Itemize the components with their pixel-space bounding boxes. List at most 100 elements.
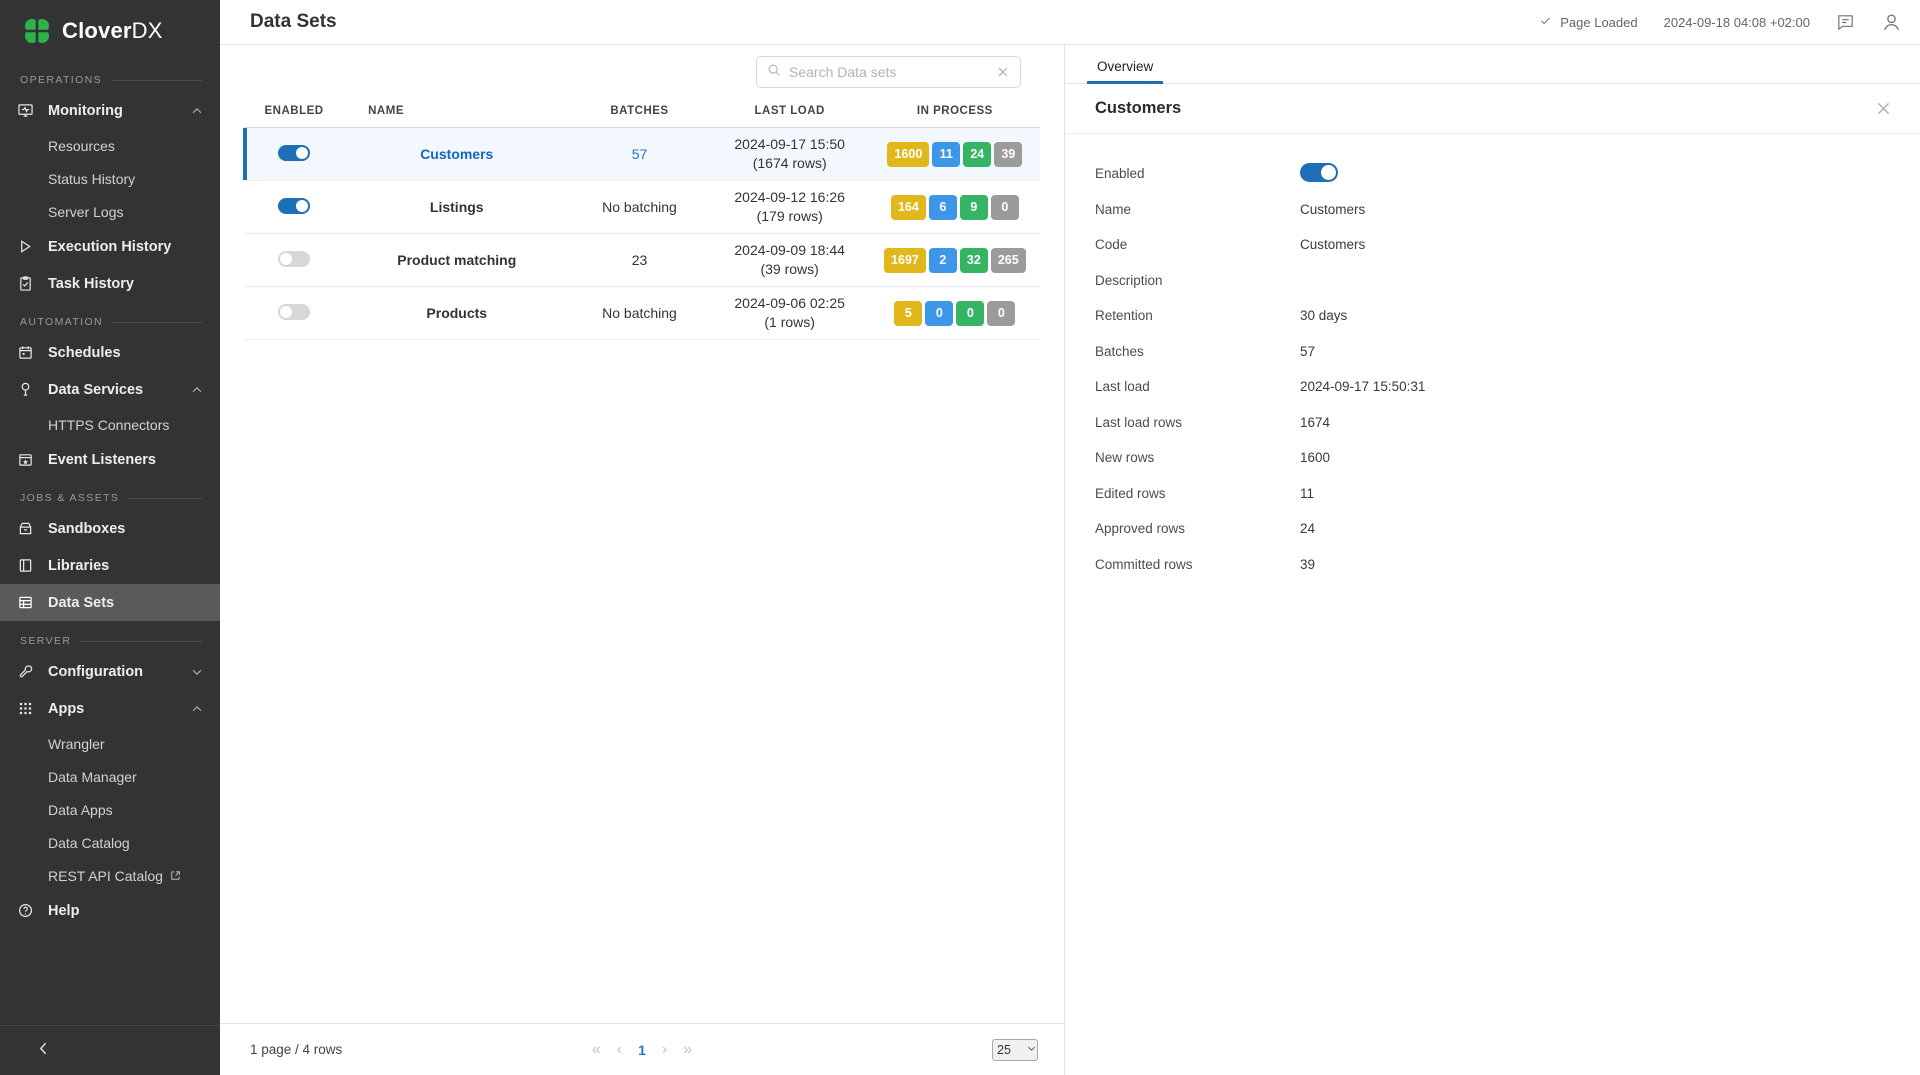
detail-row-last-load-rows: Last load rows 1674 <box>1095 405 1890 441</box>
user-avatar-icon[interactable] <box>1881 12 1902 33</box>
field-label: Edited rows <box>1095 486 1300 501</box>
column-header-in-process[interactable]: IN PROCESS <box>870 99 1040 128</box>
enabled-toggle[interactable] <box>278 304 310 320</box>
sandbox-icon <box>18 521 40 536</box>
table-header-row: ENABLED NAME BATCHES LAST LOAD IN PROCES… <box>244 99 1040 128</box>
sidebar-item-execution-history[interactable]: Execution History <box>0 228 220 265</box>
nav-label: HTTPS Connectors <box>48 417 169 433</box>
first-page-button[interactable]: « <box>592 1041 601 1059</box>
table-row[interactable]: Listings No batching 2024-09-12 16:26 (1… <box>244 181 1040 234</box>
sidebar-item-data-services[interactable]: Data Services <box>0 371 220 408</box>
nav-label: Schedules <box>48 345 204 361</box>
brand-logo[interactable]: CloverDX <box>0 0 220 60</box>
tab-overview[interactable]: Overview <box>1087 59 1163 83</box>
cell-name[interactable]: Products <box>344 287 569 340</box>
status-label: Page Loaded <box>1560 15 1637 30</box>
sidebar-item-data-catalog[interactable]: Data Catalog <box>0 826 220 859</box>
last-load-date: 2024-09-17 15:50 <box>714 135 866 154</box>
cell-last-load: 2024-09-09 18:44 (39 rows) <box>710 234 870 287</box>
badge-edited: 6 <box>929 195 957 220</box>
sidebar-item-data-apps[interactable]: Data Apps <box>0 793 220 826</box>
detail-title: Customers <box>1095 99 1181 118</box>
sidebar-item-https-connectors[interactable]: HTTPS Connectors <box>0 408 220 441</box>
column-header-name[interactable]: NAME <box>344 99 569 128</box>
field-label: Code <box>1095 237 1300 252</box>
sidebar-section-server: SERVER <box>0 621 220 653</box>
page-size-select[interactable]: 25 <box>992 1039 1038 1061</box>
nav-label: Data Apps <box>48 802 113 818</box>
cell-enabled <box>244 287 344 340</box>
sidebar-item-monitoring[interactable]: Monitoring <box>0 92 220 129</box>
cell-enabled <box>244 181 344 234</box>
sidebar-item-sandboxes[interactable]: Sandboxes <box>0 510 220 547</box>
enabled-toggle[interactable] <box>278 145 310 161</box>
enabled-toggle[interactable] <box>278 198 310 214</box>
sidebar-item-data-manager[interactable]: Data Manager <box>0 760 220 793</box>
cell-batches: 23 <box>569 234 709 287</box>
app-root: CloverDX OPERATIONS Monitoring Resources <box>0 0 1920 1075</box>
cell-last-load: 2024-09-12 16:26 (179 rows) <box>710 181 870 234</box>
field-label: Approved rows <box>1095 521 1300 536</box>
sidebar-item-event-listeners[interactable]: Event Listeners <box>0 441 220 478</box>
table-body: Customers 57 2024-09-17 15:50 (1674 rows… <box>244 128 1040 340</box>
sidebar-item-rest-api-catalog[interactable]: REST API Catalog <box>0 859 220 892</box>
clear-search-icon[interactable] <box>996 65 1010 79</box>
top-bar-right: Page Loaded 2024-09-18 04:08 +02:00 <box>1539 12 1902 33</box>
sidebar-item-schedules[interactable]: Schedules <box>0 334 220 371</box>
play-icon <box>18 239 40 254</box>
nav-label: Help <box>48 903 204 919</box>
cell-batches[interactable]: 57 <box>569 128 709 181</box>
search-box[interactable] <box>756 56 1021 88</box>
sidebar-item-resources[interactable]: Resources <box>0 129 220 162</box>
sidebar-item-wrangler[interactable]: Wrangler <box>0 727 220 760</box>
detail-header: Customers <box>1065 84 1920 134</box>
nav-label: Sandboxes <box>48 521 204 537</box>
nav-label: Event Listeners <box>48 452 204 468</box>
cell-batches: No batching <box>569 287 709 340</box>
nav-label: Execution History <box>48 239 204 255</box>
table-row[interactable]: Product matching 23 2024-09-09 18:44 (39… <box>244 234 1040 287</box>
nav-label: Data Manager <box>48 769 137 785</box>
cell-name[interactable]: Product matching <box>344 234 569 287</box>
dataset-table-wrapper: ENABLED NAME BATCHES LAST LOAD IN PROCES… <box>220 99 1064 1023</box>
badge-new: 164 <box>891 195 926 220</box>
table-row[interactable]: Customers 57 2024-09-17 15:50 (1674 rows… <box>244 128 1040 181</box>
search-input[interactable] <box>789 64 988 80</box>
field-value: 57 <box>1300 344 1315 359</box>
sidebar-item-help[interactable]: Help <box>0 892 220 929</box>
divider <box>112 80 202 81</box>
field-value: Customers <box>1300 237 1365 252</box>
sidebar-item-task-history[interactable]: Task History <box>0 265 220 302</box>
column-header-last-load[interactable]: LAST LOAD <box>710 99 870 128</box>
sidebar-collapse-button[interactable] <box>0 1025 220 1075</box>
page-title: Data Sets <box>250 11 337 33</box>
badge-new: 5 <box>894 301 922 326</box>
page-number-1[interactable]: 1 <box>638 1042 646 1058</box>
badge-group: 164 6 9 0 <box>874 195 1036 220</box>
table-icon <box>18 595 40 610</box>
enabled-toggle[interactable] <box>278 251 310 267</box>
last-load-rows: (39 rows) <box>714 260 866 279</box>
field-value: 39 <box>1300 557 1315 572</box>
table-row[interactable]: Products No batching 2024-09-06 02:25 (1… <box>244 287 1040 340</box>
sidebar-item-status-history[interactable]: Status History <box>0 162 220 195</box>
last-page-button[interactable]: » <box>683 1041 692 1059</box>
detail-enabled-toggle[interactable] <box>1300 163 1338 182</box>
sidebar-item-server-logs[interactable]: Server Logs <box>0 195 220 228</box>
column-header-batches[interactable]: BATCHES <box>569 99 709 128</box>
toggle-knob <box>296 147 308 159</box>
sidebar-item-libraries[interactable]: Libraries <box>0 547 220 584</box>
notes-icon[interactable] <box>1836 13 1855 32</box>
sidebar-item-apps[interactable]: Apps <box>0 690 220 727</box>
cell-name[interactable]: Customers <box>344 128 569 181</box>
prev-page-button[interactable]: ‹ <box>617 1041 622 1059</box>
field-value: 11 <box>1300 486 1314 501</box>
sidebar-item-data-sets[interactable]: Data Sets <box>0 584 220 621</box>
next-page-button[interactable]: › <box>662 1041 667 1059</box>
sidebar-item-configuration[interactable]: Configuration <box>0 653 220 690</box>
chevron-up-icon <box>190 104 204 118</box>
column-header-enabled[interactable]: ENABLED <box>244 99 344 128</box>
close-detail-icon[interactable] <box>1875 100 1892 117</box>
cell-name[interactable]: Listings <box>344 181 569 234</box>
divider <box>129 498 202 499</box>
